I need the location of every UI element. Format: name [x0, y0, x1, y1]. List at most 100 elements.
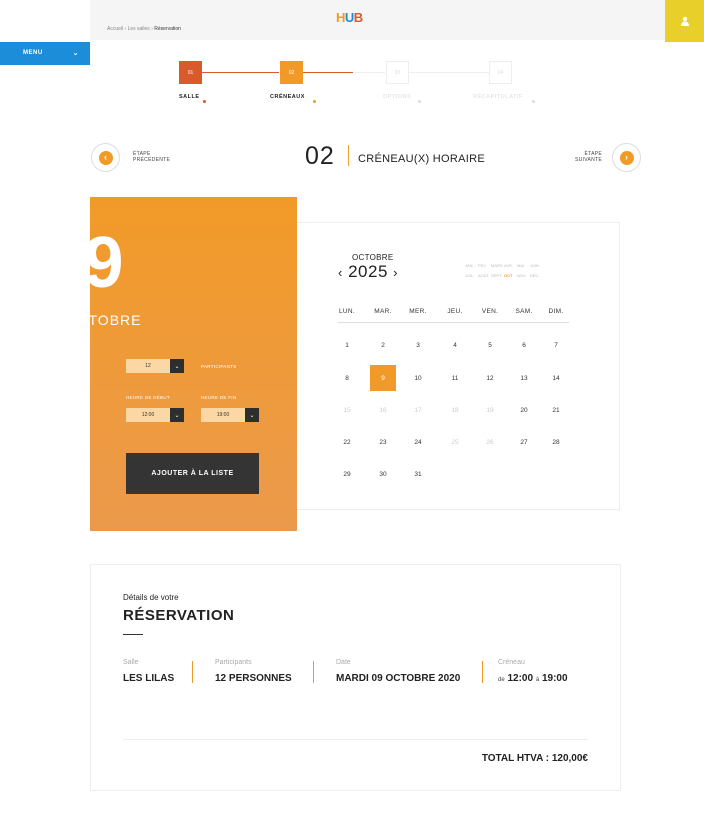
- calendar-day[interactable]: 27: [511, 429, 537, 455]
- weekday-header: VEN.: [481, 308, 499, 315]
- month-option[interactable]: SEPT.: [491, 271, 504, 281]
- weekday-header: MAR.: [374, 308, 392, 315]
- stepper-line-3: [409, 72, 489, 73]
- salle-value: LES LILAS: [123, 673, 175, 684]
- month-option[interactable]: JAN.: [465, 261, 478, 271]
- step-4[interactable]: 04: [489, 61, 512, 84]
- calendar-day[interactable]: 7: [543, 332, 569, 358]
- calendar-day[interactable]: 23: [370, 429, 396, 455]
- month-option[interactable]: JUIN: [530, 261, 543, 271]
- calendar-day[interactable]: 11: [442, 365, 468, 391]
- step-1-label: SALLE: [179, 94, 200, 100]
- weekday-header: LUN.: [338, 308, 355, 315]
- total-divider: [123, 739, 588, 740]
- calendar-day[interactable]: 30: [370, 461, 396, 487]
- calendar-day[interactable]: 5: [477, 332, 503, 358]
- month-option[interactable]: AOÛT: [478, 271, 491, 281]
- chevron-down-icon[interactable]: ⌄: [245, 408, 259, 422]
- breadcrumb-salles[interactable]: Les salles: [128, 26, 150, 32]
- current-step-number: 02: [305, 142, 335, 170]
- breadcrumb-home[interactable]: Accueil: [107, 26, 123, 32]
- end-time-label: HEURE DE FIN: [201, 395, 237, 400]
- month-option[interactable]: DÉC.: [530, 271, 543, 281]
- calendar-day[interactable]: 31: [405, 461, 431, 487]
- step-4-dot: [532, 100, 535, 103]
- creneau-start: 12:00: [507, 673, 534, 684]
- user-icon: [680, 16, 689, 26]
- participants-label: PARTICIPANTS: [201, 364, 237, 369]
- month-option[interactable]: NOV.: [517, 271, 530, 281]
- calendar-day: 17: [414, 406, 422, 414]
- info-separator: [192, 661, 193, 683]
- chevron-left-icon: ‹: [98, 150, 113, 165]
- calendar-day[interactable]: 14: [543, 365, 569, 391]
- start-time-label: HEURE DE DÉBUT: [126, 395, 170, 400]
- chevron-left-icon[interactable]: ‹: [338, 265, 343, 280]
- step-1[interactable]: 01: [179, 61, 202, 84]
- calendar-year-nav: ‹ 2025 ›: [338, 262, 398, 282]
- breadcrumb-current: Réservation: [154, 26, 181, 32]
- step-3-dot: [418, 100, 421, 103]
- calendar-day[interactable]: 8: [334, 365, 360, 391]
- reservation-title: RÉSERVATION: [123, 607, 235, 624]
- calendar-day[interactable]: 21: [543, 397, 569, 423]
- month-option[interactable]: FÉV.: [478, 261, 491, 271]
- calendar-day[interactable]: 1: [334, 332, 360, 358]
- add-to-list-button[interactable]: AJOUTER À LA LISTE: [126, 453, 259, 494]
- calendar-day[interactable]: 20: [511, 397, 537, 423]
- selected-day: 9: [83, 223, 124, 303]
- chevron-down-icon[interactable]: ⌄: [170, 408, 184, 422]
- creneau-to-word: à: [535, 677, 540, 683]
- calendar-day[interactable]: 22: [334, 429, 360, 455]
- step-3[interactable]: 03: [386, 61, 409, 84]
- calendar-day[interactable]: 6: [511, 332, 537, 358]
- previous-step-text[interactable]: ÉTAPE PRÉCÉDENTE: [133, 151, 170, 163]
- user-account-button[interactable]: [665, 0, 704, 42]
- weekday-header: SAM.: [515, 308, 533, 315]
- date-value: MARDI 09 OCTOBRE 2020: [336, 673, 461, 684]
- info-separator: [313, 661, 314, 683]
- calendar-day[interactable]: 24: [405, 429, 431, 455]
- calendar-day[interactable]: 13: [511, 365, 537, 391]
- next-step-button[interactable]: ›: [612, 143, 641, 172]
- weekday-header: JEU.: [447, 308, 463, 315]
- month-option[interactable]: JUIL.: [465, 271, 478, 281]
- step-2-dot: [313, 100, 316, 103]
- month-option[interactable]: MARS: [491, 261, 504, 271]
- creneau-label: Créneau: [498, 659, 525, 666]
- month-option[interactable]: AVR.: [504, 261, 517, 271]
- participants-select[interactable]: 12: [126, 359, 170, 373]
- creneau-value: de 12:00 à 19:00: [498, 673, 568, 684]
- calendar-day[interactable]: 28: [543, 429, 569, 455]
- calendar-month: OCTOBRE: [352, 253, 394, 262]
- calendar-day[interactable]: 12: [477, 365, 503, 391]
- calendar-day: 25: [451, 438, 459, 446]
- top-bar: [90, 0, 665, 40]
- calendar-day-selected[interactable]: 9: [370, 365, 396, 391]
- chevron-down-icon[interactable]: ⌄: [170, 359, 184, 373]
- menu-button[interactable]: MENU ⌄: [0, 42, 90, 65]
- chevron-right-icon: ›: [619, 150, 634, 165]
- calendar-day[interactable]: 29: [334, 461, 360, 487]
- month-option[interactable]: MAI: [517, 261, 530, 271]
- start-time-select[interactable]: 12:00: [126, 408, 170, 422]
- month-option[interactable]: OCT: [504, 271, 517, 281]
- calendar-day[interactable]: 3: [405, 332, 431, 358]
- previous-step-button[interactable]: ‹: [91, 143, 120, 172]
- end-time-select[interactable]: 19:00: [201, 408, 245, 422]
- step-2[interactable]: 02: [280, 61, 303, 84]
- next-step-text[interactable]: ÉTAPE SUIVANTE: [574, 151, 602, 163]
- hub-logo[interactable]: HUB: [336, 10, 363, 25]
- time-range-dash: –: [189, 412, 192, 417]
- stepper-line-2b: [353, 72, 385, 73]
- step-4-label: RÉCAPITULATIF: [473, 94, 523, 100]
- previous-step-line2: PRÉCÉDENTE: [133, 157, 171, 163]
- creneau-from-word: de: [498, 677, 505, 683]
- calendar-day[interactable]: 10: [405, 365, 431, 391]
- calendar-day[interactable]: 4: [442, 332, 468, 358]
- info-separator: [482, 661, 483, 683]
- chevron-right-icon[interactable]: ›: [393, 265, 398, 280]
- weekday-header: DIM.: [548, 308, 564, 315]
- calendar-year: 2025: [348, 262, 388, 281]
- calendar-day[interactable]: 2: [370, 332, 396, 358]
